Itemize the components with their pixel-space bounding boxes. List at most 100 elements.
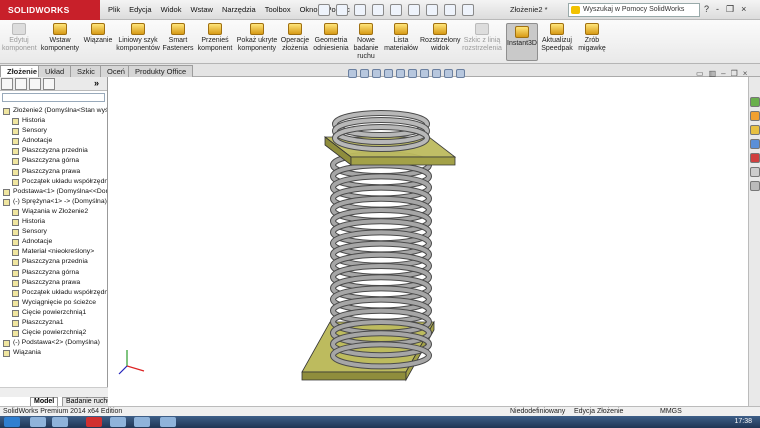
tree-node[interactable]: Złożenie2 (Domyślna<Stan wyświetlania-1>… [0, 106, 107, 116]
help-icon[interactable]: ? [704, 4, 709, 15]
select-icon[interactable] [408, 4, 420, 16]
restore-button[interactable]: ❐ [726, 4, 734, 15]
appearances-icon[interactable] [750, 153, 760, 163]
minimize-button[interactable]: - [716, 4, 719, 15]
tree-node[interactable]: Płaszczyzna przednia [0, 146, 107, 156]
tree-node[interactable]: Historia [0, 217, 107, 227]
tree-node[interactable]: Adnotacje [0, 237, 107, 247]
configuration-manager-icon[interactable] [29, 78, 41, 90]
app-logo[interactable]: SOLIDWORKS [0, 0, 100, 20]
tree-scrollbar[interactable] [0, 387, 108, 397]
start-button[interactable] [4, 417, 20, 427]
tree-filter-input[interactable] [2, 93, 105, 102]
linear-pattern-button[interactable]: Liniowy szyk komponentów [116, 23, 160, 53]
view-orientation-icon[interactable] [396, 69, 405, 78]
taskbar-app-4[interactable] [110, 417, 126, 427]
file-explorer-icon[interactable] [750, 125, 760, 135]
zoom-to-fit-icon[interactable] [348, 69, 357, 78]
taskbar-app-explorer[interactable] [30, 417, 46, 427]
show-hidden-components-button[interactable]: Pokaż ukryte komponenty [236, 23, 278, 53]
bill-of-materials-button[interactable]: Lista materiałów [384, 23, 418, 53]
tree-node[interactable]: (-) Podstawa<2> (Domyślna) [0, 338, 107, 348]
open-file-icon[interactable] [336, 4, 348, 16]
tree-node[interactable]: Sensory [0, 126, 107, 136]
menu-insert[interactable]: Wstaw [190, 0, 213, 20]
expand-panel-icon[interactable]: » [94, 78, 106, 90]
update-speedpak-button[interactable]: Aktualizuj Speedpak [540, 23, 574, 53]
undo-icon[interactable] [390, 4, 402, 16]
appearance-manager-icon[interactable] [43, 78, 55, 90]
tree-node[interactable]: Wyciągnięcie po ścieżce [0, 298, 107, 308]
single-view-icon[interactable]: ▭ [696, 69, 704, 78]
tree-node[interactable]: Adnotacje [0, 136, 107, 146]
custom-properties-icon[interactable] [750, 167, 760, 177]
graphics-viewport[interactable] [108, 77, 748, 406]
assembly-features-button[interactable]: Operacje złożenia [280, 23, 310, 53]
forum-icon[interactable] [750, 181, 760, 191]
explode-line-sketch-button[interactable]: Szkic z linią rozstrzelenia [462, 23, 502, 53]
tree-node[interactable]: Płaszczyzna górna [0, 156, 107, 166]
edit-appearance-icon[interactable] [432, 69, 441, 78]
tab-sketch[interactable]: Szkic [70, 65, 102, 77]
new-motion-study-button[interactable]: Nowe badanie ruchu [352, 23, 380, 61]
feature-manager-icon[interactable] [1, 78, 13, 90]
system-clock[interactable]: 17:38 [734, 417, 752, 427]
tree-node[interactable]: Wiązania w Złożenie2 [0, 207, 107, 217]
taskbar-app-solidworks[interactable] [86, 417, 102, 427]
tree-node[interactable]: Sensory [0, 227, 107, 237]
insert-components-button[interactable]: Wstaw komponenty [40, 23, 80, 53]
tree-node[interactable]: Materiał <nieokreślony> [0, 247, 107, 257]
tree-node[interactable]: Płaszczyzna prawa [0, 167, 107, 177]
display-style-icon[interactable] [408, 69, 417, 78]
hide-show-items-icon[interactable] [420, 69, 429, 78]
smart-fasteners-button[interactable]: Smart Fasteners [162, 23, 194, 53]
viewport-restore-button[interactable]: ❐ [731, 69, 738, 78]
reference-geometry-button[interactable]: Geometria odniesienia [312, 23, 350, 53]
section-view-icon[interactable] [384, 69, 393, 78]
tab-layout[interactable]: Układ [38, 65, 72, 77]
tree-node[interactable]: Wiązania [0, 348, 107, 358]
viewport-close-button[interactable]: × [743, 69, 748, 78]
menu-file[interactable]: Plik [108, 0, 120, 20]
property-manager-icon[interactable] [15, 78, 27, 90]
menu-view[interactable]: Widok [161, 0, 182, 20]
tree-node[interactable]: (-) Sprężyna<1> -> (Domyślna) [0, 197, 107, 207]
tree-node[interactable]: Cięcie powierzchnią2 [0, 328, 107, 338]
menu-window[interactable]: Okno [300, 0, 318, 20]
zoom-area-icon[interactable] [360, 69, 369, 78]
tree-node[interactable]: Początek układu współrzędnych [0, 288, 107, 298]
print-icon[interactable] [372, 4, 384, 16]
move-component-button[interactable]: Przenieś komponent [196, 23, 234, 53]
options-icon[interactable] [462, 4, 474, 16]
taskbar-app-browser[interactable] [52, 417, 68, 427]
spring-assembly-model[interactable] [108, 77, 748, 406]
help-search-input[interactable]: Wyszukaj w Pomocy SolidWorks [568, 3, 700, 17]
tree-node[interactable]: Płaszczyzna prawa [0, 278, 107, 288]
tree-node[interactable]: Płaszczyzna górna [0, 268, 107, 278]
split-view-icon[interactable]: ▥ [709, 69, 717, 78]
tree-node[interactable]: Płaszczyzna przednia [0, 257, 107, 267]
take-snapshot-button[interactable]: Zrób migawkę [576, 23, 608, 53]
tab-office-products[interactable]: Produkty Office [128, 65, 194, 77]
tree-node[interactable]: Początek układu współrzędnych [0, 177, 107, 187]
taskbar-app-6[interactable] [160, 417, 176, 427]
design-library-icon[interactable] [750, 111, 760, 121]
new-file-icon[interactable] [318, 4, 330, 16]
close-button[interactable]: × [741, 4, 746, 15]
file-properties-icon[interactable] [444, 4, 456, 16]
units-selector[interactable]: MMGS [660, 407, 682, 416]
previous-view-icon[interactable] [372, 69, 381, 78]
mate-button[interactable]: Wiązanie [82, 23, 114, 45]
menu-edit[interactable]: Edycja [129, 0, 152, 20]
tree-node[interactable]: Płaszczyzna1 [0, 318, 107, 328]
tree-node[interactable]: Podstawa<1> (Domyślna<<Domyślna>) [0, 187, 107, 197]
instant3d-button[interactable]: Instant3D [506, 23, 538, 61]
apply-scene-icon[interactable] [444, 69, 453, 78]
menu-toolbox[interactable]: Toolbox [265, 0, 291, 20]
edit-component-button[interactable]: Edytuj komponent [2, 23, 37, 53]
rebuild-icon[interactable] [426, 4, 438, 16]
exploded-view-button[interactable]: Rozstrzelony widok [420, 23, 460, 53]
viewport-minimize-button[interactable]: – [721, 69, 725, 78]
tree-node[interactable]: Cięcie powierzchnią1 [0, 308, 107, 318]
view-settings-icon[interactable] [456, 69, 465, 78]
